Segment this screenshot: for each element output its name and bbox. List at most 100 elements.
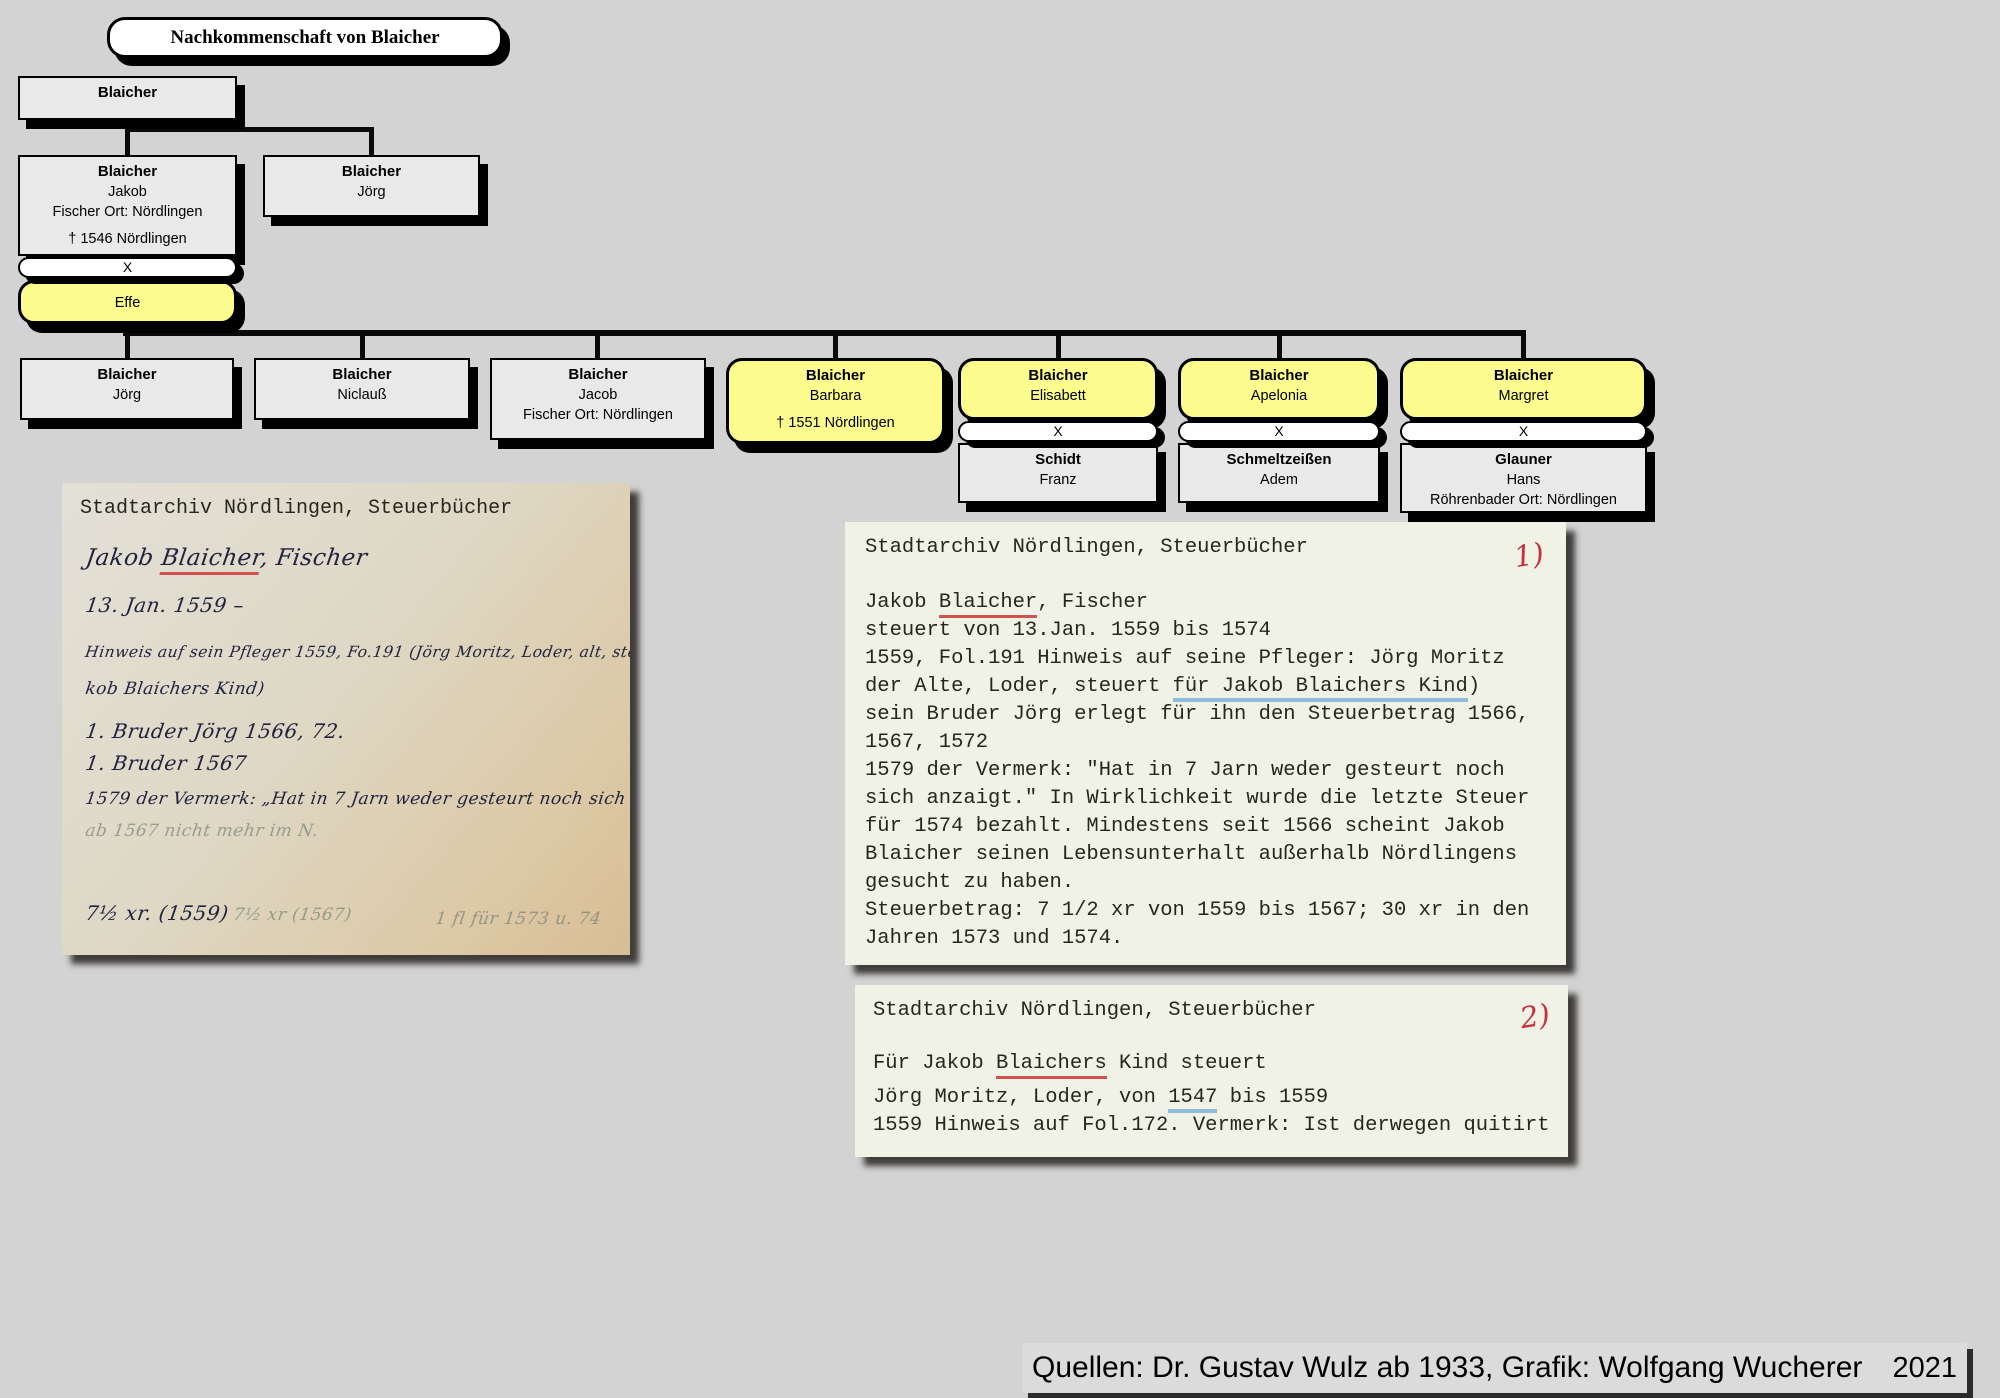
card-header: Stadtarchiv Nördlingen, Steuerbücher <box>80 495 512 523</box>
card-header: Stadtarchiv Nördlingen, Steuerbücher <box>865 534 1566 562</box>
person-box-elisabett: Blaicher Elisabett <box>958 358 1158 420</box>
connector-stub-elisabett <box>1056 335 1061 360</box>
hand-line-name: Jakob Blaicher, Fischer <box>84 545 369 571</box>
card-line: Blaicher seinen Lebensunterhalt außerhal… <box>865 841 1566 869</box>
chart-title: Nachkommenschaft von Blaicher <box>107 17 503 58</box>
card-line: der Alte, Loder, steuert für Jakob Blaic… <box>865 673 1566 701</box>
person-surname: Schidt <box>960 450 1156 470</box>
hand-line-hint: Hinweis auf sein Pfleger 1559, Fo.191 (J… <box>84 643 630 661</box>
person-surname: Blaicher <box>20 83 235 103</box>
person-occupation: Fischer Ort: Nördlingen <box>20 202 235 222</box>
hand-line-pencil-note: ab 1567 nicht mehr im N. <box>84 821 320 841</box>
marriage-symbol-jakob-effe: X <box>18 257 237 278</box>
person-box-jacob-gen3: Blaicher Jacob Fischer Ort: Nördlingen <box>490 358 706 440</box>
card-line: gesucht zu haben. <box>865 869 1566 897</box>
person-box-niclauss: Blaicher Niclauß <box>254 358 470 420</box>
person-name: Margret <box>1403 386 1644 406</box>
person-name: Niclauß <box>256 385 468 405</box>
person-name: Jakob <box>20 182 235 202</box>
genealogy-chart-page: Nachkommenschaft von Blaicher Blaicher B… <box>0 0 2000 1398</box>
hand-line-amount3: 1 fl für 1573 u. 74 <box>434 909 602 929</box>
card-number-mark: 1) <box>1512 536 1547 574</box>
person-box-joerg-gen3: Blaicher Jörg <box>20 358 234 420</box>
marriage-x-label: X <box>1519 423 1528 439</box>
person-death: † 1551 Nördlingen <box>729 413 942 433</box>
person-death: † 1546 Nördlingen <box>20 229 235 249</box>
person-box-effe: Effe <box>18 280 237 324</box>
card-line: 1579 der Vermerk: "Hat in 7 Jarn weder g… <box>865 757 1566 785</box>
spacer <box>20 222 235 229</box>
connector-stub-joerg3 <box>125 335 130 360</box>
hand-line-hint2: kob Blaichers Kind) <box>84 679 266 699</box>
person-surname: Glauner <box>1402 450 1645 470</box>
source-credit-text: Quellen: Dr. Gustav Wulz ab 1933, Grafik… <box>1032 1351 1862 1385</box>
marriage-x-label: X <box>123 259 132 275</box>
person-name: Jörg <box>265 182 478 202</box>
person-box-glauner-hans: Glauner Hans Röhrenbader Ort: Nördlingen <box>1400 443 1647 513</box>
card-line: Steuerbetrag: 7 1/2 xr von 1559 bis 1567… <box>865 897 1566 925</box>
person-surname: Blaicher <box>492 365 704 385</box>
hand-line-amount1: 7½ xr. (1559) <box>84 901 230 925</box>
person-name: Franz <box>960 470 1156 490</box>
person-name: Barbara <box>729 386 942 406</box>
hand-line-bruder1: 1. Bruder Jörg 1566, 72. <box>84 719 347 743</box>
card-header: Stadtarchiv Nördlingen, Steuerbücher <box>873 997 1568 1025</box>
chart-title-label: Nachkommenschaft von Blaicher <box>170 27 439 49</box>
card-line: für 1574 bezahlt. Mindestens seit 1566 s… <box>865 813 1566 841</box>
connector-root-down <box>125 116 130 156</box>
person-box-schmeltzeissen-adem: Schmeltzeißen Adem <box>1178 443 1380 503</box>
connector-gen2-horizontal <box>125 127 374 132</box>
person-surname: Blaicher <box>1403 366 1644 386</box>
typed-archive-card-1: 1) Stadtarchiv Nördlingen, Steuerbücher … <box>845 522 1566 965</box>
card-line: Für Jakob Blaichers Kind steuert <box>873 1050 1568 1078</box>
card-line: steuert von 13.Jan. 1559 bis 1574 <box>865 617 1566 645</box>
person-name: Hans <box>1402 470 1645 490</box>
marriage-x-label: X <box>1274 423 1283 439</box>
marriage-symbol-elisabett: X <box>958 421 1158 442</box>
handwritten-archive-card: Stadtarchiv Nördlingen, Steuerbücher Jak… <box>62 483 630 955</box>
hand-line-vermerk: 1579 der Vermerk: „Hat in 7 Jarn weder g… <box>84 789 630 809</box>
person-name: Effe <box>21 293 234 313</box>
person-name: Jörg <box>22 385 232 405</box>
card-line: Jakob Blaicher, Fischer <box>865 589 1566 617</box>
person-surname: Schmeltzeißen <box>1180 450 1378 470</box>
person-box-barbara: Blaicher Barbara † 1551 Nördlingen <box>726 358 945 444</box>
person-name: Elisabett <box>961 386 1155 406</box>
person-surname: Blaicher <box>22 365 232 385</box>
connector-stub-apelonia <box>1277 335 1282 360</box>
connector-stub-niclauss <box>360 335 365 360</box>
source-credit-year: 2021 <box>1892 1352 1957 1385</box>
marriage-symbol-margret: X <box>1400 421 1647 442</box>
marriage-x-label: X <box>1053 423 1062 439</box>
person-surname: Blaicher <box>256 365 468 385</box>
marriage-symbol-apelonia: X <box>1178 421 1380 442</box>
source-credit-bar: Quellen: Dr. Gustav Wulz ab 1933, Grafik… <box>1022 1343 1967 1393</box>
card-line: Jörg Moritz, Loder, von 1547 bis 1559 <box>873 1084 1568 1112</box>
card-line: 1559, Fol.191 Hinweis auf seine Pfleger:… <box>865 645 1566 673</box>
person-occupation: Röhrenbader Ort: Nördlingen <box>1402 490 1645 510</box>
person-surname: Blaicher <box>729 366 942 386</box>
connector-stub-jacob3 <box>595 335 600 360</box>
connector-gen2-joerg <box>369 127 374 156</box>
hand-line-amount2: 7½ xr (1567) <box>232 905 353 925</box>
person-box-margret: Blaicher Margret <box>1400 358 1647 420</box>
card-line: Jahren 1573 und 1574. <box>865 925 1566 953</box>
card-line: sein Bruder Jörg erlegt für ihn den Steu… <box>865 701 1566 729</box>
person-box-joerg-gen2: Blaicher Jörg <box>263 155 480 217</box>
person-occupation: Fischer Ort: Nördlingen <box>492 405 704 425</box>
person-name: Jacob <box>492 385 704 405</box>
connector-stub-margret <box>1521 335 1526 360</box>
person-surname: Blaicher <box>961 366 1155 386</box>
person-name: Apelonia <box>1181 386 1377 406</box>
card-line: 1559 Hinweis auf Fol.172. Vermerk: Ist d… <box>873 1112 1568 1140</box>
person-box-apelonia: Blaicher Apelonia <box>1178 358 1380 420</box>
person-box-schidt-franz: Schidt Franz <box>958 443 1158 503</box>
hand-line-bruder2: 1. Bruder 1567 <box>84 751 248 775</box>
person-surname: Blaicher <box>1181 366 1377 386</box>
person-surname: Blaicher <box>265 162 478 182</box>
typed-archive-card-2: 2) Stadtarchiv Nördlingen, Steuerbücher … <box>855 985 1568 1157</box>
hand-line-date: 13. Jan. 1559 – <box>84 593 246 617</box>
spacer <box>729 406 942 413</box>
person-name: Adem <box>1180 470 1378 490</box>
connector-gen3-horizontal <box>123 330 1526 336</box>
